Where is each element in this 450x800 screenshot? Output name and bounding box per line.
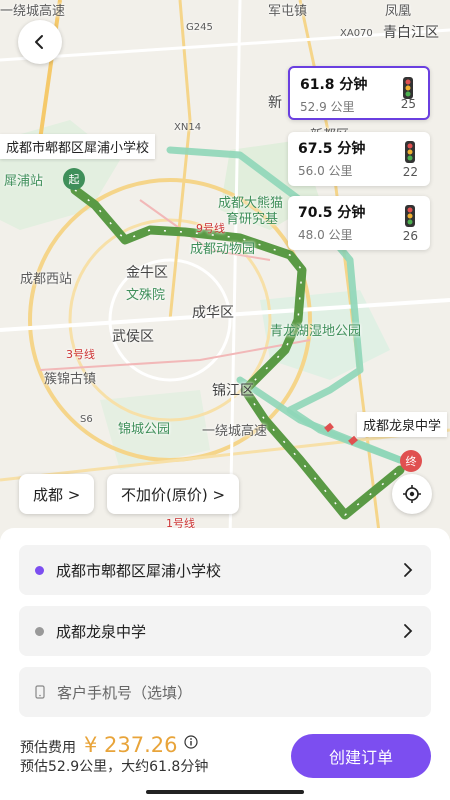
price-option-button[interactable]: 不加价(原价) > bbox=[107, 474, 240, 514]
map-label: 金牛区 bbox=[126, 265, 168, 281]
phone-input[interactable]: 客户手机号（选填） bbox=[19, 667, 431, 717]
map-label: 新 bbox=[268, 95, 282, 111]
fee-amount: ¥ 237.26 bbox=[84, 733, 178, 757]
map-label: XN14 bbox=[174, 122, 202, 133]
map-label: 军屯镇 bbox=[268, 4, 308, 19]
end-place-tag: 成都龙泉中学 bbox=[357, 412, 448, 437]
traffic-light-count: 25 bbox=[400, 97, 416, 111]
map-label: 成都动物园 bbox=[190, 242, 256, 257]
map-label: 3号线 bbox=[66, 348, 95, 361]
map-label: 成都西站 bbox=[20, 272, 73, 287]
destination-text: 成都龙泉中学 bbox=[56, 622, 147, 641]
map-label: 育研究基 bbox=[226, 212, 279, 227]
start-marker-label: 起 bbox=[68, 173, 80, 186]
map-label: 青龙湖湿地公园 bbox=[270, 324, 362, 339]
phone-icon bbox=[35, 685, 45, 699]
map-label: G245 bbox=[186, 22, 213, 33]
traffic-light-icon bbox=[405, 141, 415, 163]
map-label: 武侯区 bbox=[112, 329, 154, 345]
route-option-1[interactable]: 61.8 分钟 52.9 公里 25 bbox=[288, 66, 430, 120]
chevron-right-icon bbox=[404, 624, 413, 638]
home-indicator bbox=[146, 790, 304, 794]
route-distance: 56.0 公里 bbox=[298, 164, 353, 178]
map-label: 凤凰 bbox=[385, 4, 412, 19]
destination-field[interactable]: 成都龙泉中学 bbox=[19, 606, 431, 656]
map-label: 犀浦站 bbox=[4, 174, 44, 189]
origin-text: 成都市郫都区犀浦小学校 bbox=[56, 561, 222, 580]
map-label: 锦江区 bbox=[212, 383, 254, 399]
chevron-right-icon bbox=[404, 563, 413, 577]
end-marker-icon: 终 bbox=[400, 450, 422, 472]
map-label: 锦城公园 bbox=[118, 422, 171, 437]
route-option-3[interactable]: 70.5 分钟 48.0 公里 26 bbox=[288, 196, 430, 250]
fee-summary: 预估52.9公里，大约61.8分钟 bbox=[20, 759, 209, 775]
map-label: 成华区 bbox=[192, 305, 234, 321]
traffic-light-count: 26 bbox=[402, 229, 418, 243]
destination-dot-icon bbox=[35, 626, 44, 636]
map-label: 簇锦古镇 bbox=[44, 372, 97, 387]
map-view[interactable]: 凤凰 一绕城高速 军屯镇 青白江区 新 新都区 犀浦站 成都大熊猫 育研究基 成… bbox=[0, 0, 450, 540]
locate-icon bbox=[403, 485, 421, 503]
traffic-light-icon bbox=[403, 77, 413, 99]
traffic-light-count: 22 bbox=[402, 165, 418, 179]
start-place-tag: 成都市郫都区犀浦小学校 bbox=[0, 134, 156, 159]
info-icon[interactable] bbox=[183, 735, 198, 749]
route-time: 67.5 分钟 bbox=[298, 141, 366, 157]
route-time: 70.5 分钟 bbox=[298, 205, 366, 221]
phone-placeholder: 客户手机号（选填） bbox=[57, 683, 193, 702]
map-label: 9号线 bbox=[196, 222, 225, 235]
map-label: S6 bbox=[80, 414, 93, 425]
map-label: 文殊院 bbox=[126, 288, 166, 303]
chevron-left-icon bbox=[35, 35, 43, 49]
origin-field[interactable]: 成都市郫都区犀浦小学校 bbox=[19, 545, 431, 595]
map-label: XA070 bbox=[340, 28, 373, 39]
end-marker-label: 终 bbox=[405, 455, 417, 468]
back-button[interactable] bbox=[18, 20, 62, 64]
fee-label: 预估费用 bbox=[20, 740, 76, 756]
route-time: 61.8 分钟 bbox=[300, 77, 368, 93]
route-option-2[interactable]: 67.5 分钟 56.0 公里 22 bbox=[288, 132, 430, 186]
fee-row: 预估费用 ¥ 237.26 bbox=[20, 733, 198, 757]
map-label: 青白江区 bbox=[383, 25, 439, 41]
create-order-button[interactable]: 创建订单 bbox=[291, 734, 431, 778]
traffic-light-icon bbox=[405, 205, 415, 227]
origin-dot-icon bbox=[35, 565, 44, 575]
start-marker-icon: 起 bbox=[63, 168, 85, 190]
city-selector-button[interactable]: 成都 > bbox=[19, 474, 95, 514]
map-label: 一绕城高速 bbox=[202, 424, 268, 439]
route-distance: 48.0 公里 bbox=[298, 228, 353, 242]
map-label: 一绕城高速 bbox=[0, 4, 66, 19]
locate-button[interactable] bbox=[392, 474, 432, 514]
